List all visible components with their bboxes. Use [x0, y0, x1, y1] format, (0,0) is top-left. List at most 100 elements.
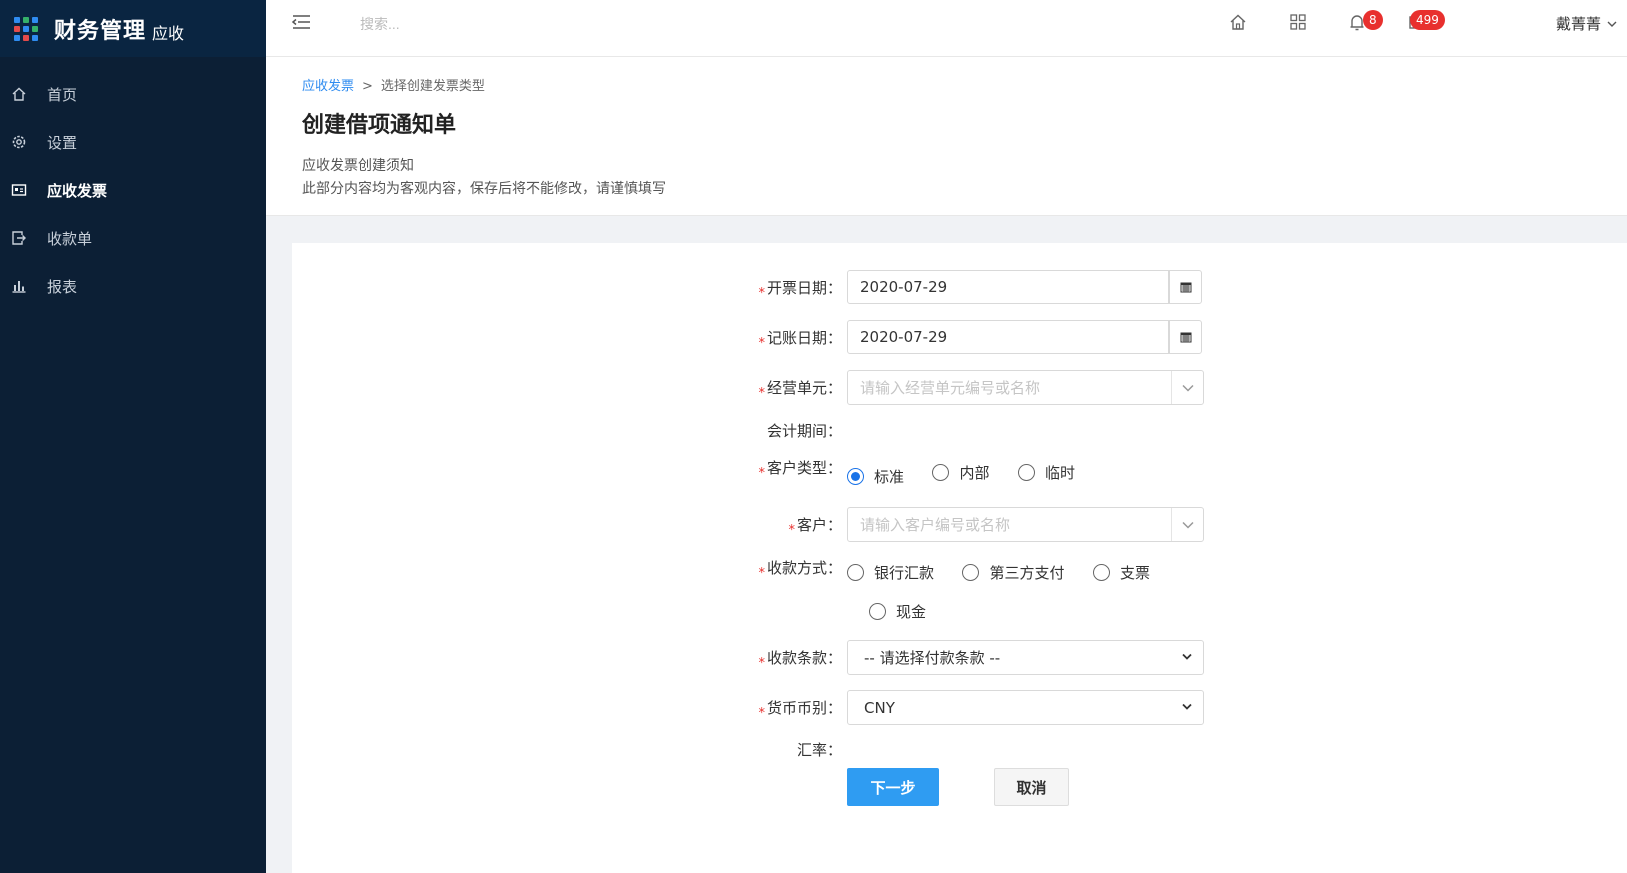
- radio-unchecked-icon: [847, 564, 864, 581]
- sidebar-item-reports[interactable]: 报表: [0, 262, 266, 310]
- chevron-down-icon[interactable]: [1171, 508, 1203, 541]
- business-unit-input[interactable]: [848, 371, 1170, 404]
- notice: 应收发票创建须知 此部分内容均为客观内容，保存后将不能修改，请谨慎填写: [302, 155, 666, 201]
- sidebar: 财务管理 应收 首页 设置 应收发票 收款单 报表: [0, 0, 266, 873]
- radio-customer-type-temporary[interactable]: 临时: [1017, 462, 1075, 483]
- next-step-button[interactable]: 下一步: [847, 768, 939, 806]
- user-name: 戴菁菁: [1556, 15, 1602, 33]
- currency-label: * 货币币别：: [758, 699, 842, 721]
- receipt-icon: [10, 229, 28, 247]
- mail-icon[interactable]: 499: [1407, 10, 1445, 34]
- posting-date-picker: [847, 320, 1202, 354]
- required-mark: *: [788, 523, 795, 538]
- currency-value: CNY: [864, 698, 895, 717]
- breadcrumb: 应收发票 > 选择创建发票类型: [302, 75, 485, 94]
- calendar-icon[interactable]: [1169, 320, 1202, 354]
- invoice-date-input[interactable]: [847, 270, 1169, 304]
- invoice-date-picker: [847, 270, 1202, 304]
- radio-payment-third-party[interactable]: 第三方支付: [962, 562, 1064, 583]
- required-mark: *: [758, 386, 765, 401]
- apps-grid-icon[interactable]: [14, 16, 38, 41]
- brand: 财务管理 应收: [0, 0, 266, 57]
- posting-date-label: * 记账日期：: [758, 329, 842, 351]
- radio-customer-type-standard[interactable]: 标准: [847, 466, 904, 487]
- radio-customer-type-internal[interactable]: 内部: [932, 462, 989, 483]
- payment-terms-label: * 收款条款：: [758, 649, 842, 671]
- sidebar-item-invoices[interactable]: 应收发票: [0, 166, 266, 214]
- required-mark: *: [758, 706, 765, 721]
- radio-checked-icon: [847, 468, 864, 485]
- customer-combobox: [847, 507, 1204, 542]
- breadcrumb-separator: >: [362, 79, 373, 94]
- breadcrumb-link-invoices[interactable]: 应收发票: [302, 79, 354, 94]
- business-unit-label: * 经营单元：: [758, 379, 842, 401]
- required-mark: *: [758, 286, 765, 301]
- bar-chart-icon: [10, 277, 28, 295]
- payment-method-label: * 收款方式：: [758, 559, 842, 581]
- customer-label: * 客户：: [788, 516, 842, 538]
- app-subtitle: 应收: [152, 23, 185, 43]
- sidebar-item-label: 设置: [47, 133, 78, 152]
- home-icon[interactable]: [1228, 12, 1250, 34]
- menu-toggle-icon[interactable]: [290, 12, 312, 32]
- notice-text: 此部分内容均为客观内容，保存后将不能修改，请谨慎填写: [302, 181, 666, 197]
- chevron-down-icon: [1182, 703, 1192, 710]
- chevron-down-icon: [1182, 653, 1192, 660]
- payment-method-radio-group: 银行汇款 第三方支付 支票 现金: [847, 562, 1207, 624]
- apps-icon[interactable]: [1288, 12, 1310, 34]
- customer-type-label: * 客户类型：: [758, 459, 842, 481]
- form-row-customer: * 客户：: [292, 507, 1627, 542]
- app-title: 财务管理: [54, 18, 147, 44]
- sidebar-menu: 首页 设置 应收发票 收款单 报表: [0, 70, 266, 310]
- cancel-button[interactable]: 取消: [994, 768, 1069, 806]
- form-card: *开票日期： *记账日期： *经营单元： 会计期间：: [292, 243, 1627, 873]
- home-icon: [10, 85, 28, 103]
- radio-unchecked-icon: [869, 603, 886, 620]
- customer-type-radio-group: 标准 内部 临时: [847, 462, 1099, 487]
- form-row-business-unit: * 经营单元：: [292, 370, 1627, 405]
- notice-title: 应收发票创建须知: [302, 158, 414, 174]
- currency-select[interactable]: CNY: [847, 690, 1204, 725]
- required-mark: *: [758, 466, 765, 481]
- radio-unchecked-icon: [1017, 464, 1035, 481]
- payment-terms-select[interactable]: -- 请选择付款条款 --: [847, 640, 1204, 675]
- form-row-currency: * 货币币别： CNY: [292, 690, 1627, 725]
- calendar-icon[interactable]: [1169, 270, 1202, 304]
- invoice-icon: [10, 181, 28, 199]
- sidebar-item-home[interactable]: 首页: [0, 70, 266, 118]
- exchange-rate-label: 汇率：: [796, 741, 842, 759]
- form-row-payment-terms: * 收款条款： -- 请选择付款条款 --: [292, 640, 1627, 675]
- search-input[interactable]: [360, 12, 620, 36]
- sidebar-item-receipts[interactable]: 收款单: [0, 214, 266, 262]
- sidebar-item-settings[interactable]: 设置: [0, 118, 266, 166]
- required-mark: *: [758, 566, 765, 581]
- radio-payment-bank-transfer[interactable]: 银行汇款: [847, 562, 934, 583]
- chevron-down-icon[interactable]: [1171, 371, 1203, 404]
- notification-badge: 8: [1363, 10, 1383, 30]
- message-badge: 499: [1410, 10, 1445, 30]
- user-menu[interactable]: 戴菁菁: [1556, 13, 1618, 34]
- page-header: 应收发票 > 选择创建发票类型 创建借项通知单 应收发票创建须知 此部分内容均为客观…: [266, 57, 1627, 216]
- required-mark: *: [758, 336, 765, 351]
- radio-payment-check[interactable]: 支票: [1092, 562, 1150, 583]
- required-mark: *: [758, 656, 765, 671]
- breadcrumb-current: 选择创建发票类型: [380, 79, 485, 94]
- radio-unchecked-icon: [1092, 564, 1110, 581]
- sidebar-item-label: 应收发票: [47, 181, 108, 200]
- sidebar-item-label: 报表: [47, 277, 78, 296]
- top-header: 8 499 戴菁菁: [266, 0, 1627, 57]
- radio-unchecked-icon: [962, 564, 980, 581]
- gear-icon: [10, 133, 28, 151]
- customer-input[interactable]: [848, 508, 1170, 541]
- accounting-period-label: 会计期间：: [766, 422, 842, 440]
- radio-payment-cash[interactable]: 现金: [869, 601, 926, 622]
- radio-unchecked-icon: [932, 464, 950, 481]
- payment-terms-value: -- 请选择付款条款 --: [864, 649, 1001, 667]
- posting-date-input[interactable]: [847, 320, 1169, 354]
- invoice-date-label: * 开票日期：: [758, 279, 842, 301]
- chevron-down-icon: [1607, 21, 1617, 27]
- page-title: 创建借项通知单: [302, 113, 457, 138]
- bell-icon[interactable]: 8: [1347, 10, 1383, 34]
- business-unit-combobox: [847, 370, 1204, 405]
- sidebar-item-label: 收款单: [47, 229, 93, 248]
